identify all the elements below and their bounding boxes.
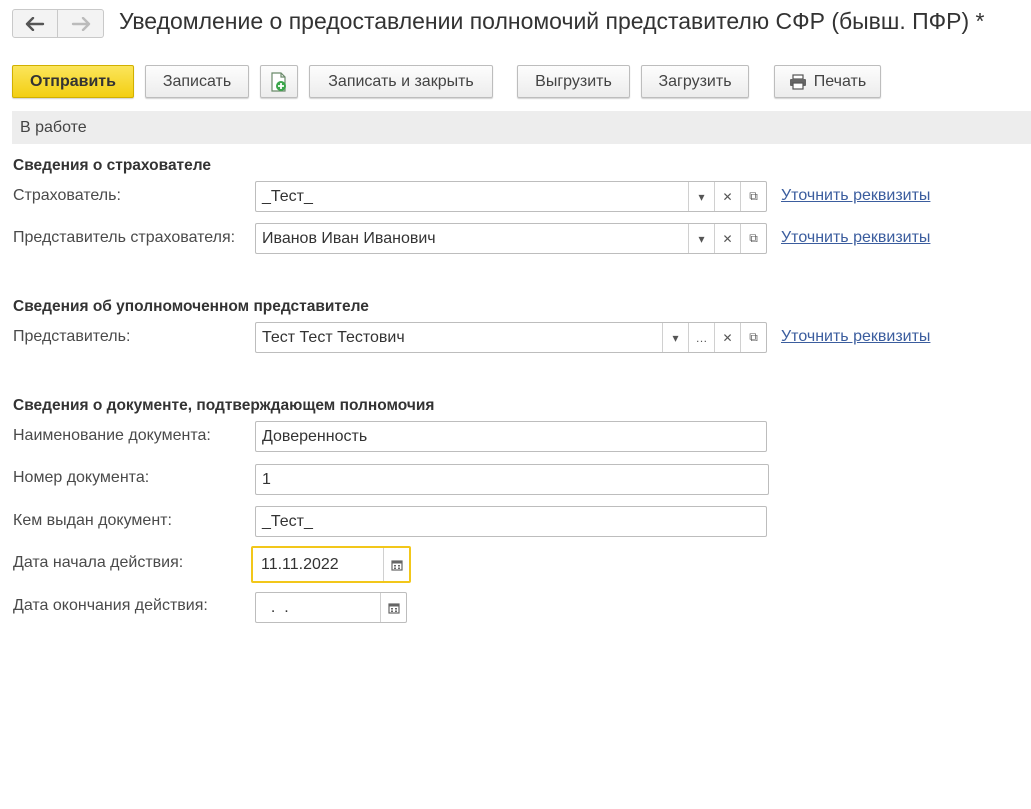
section-title-insurer: Сведения о страхователе: [13, 157, 212, 174]
close-icon[interactable]: ✕: [714, 323, 740, 352]
status-bar: В работе: [12, 111, 1031, 144]
open-window-icon[interactable]: ⧉: [740, 323, 766, 352]
arrow-left-icon: [25, 16, 45, 31]
doc-name-field[interactable]: Доверенность: [255, 421, 767, 452]
clarify-authorized-rep-link[interactable]: Уточнить реквизиты: [781, 328, 930, 346]
print-label: Печать: [813, 72, 867, 90]
printer-icon: [789, 73, 807, 90]
start-date-value[interactable]: 11.11.2022: [253, 548, 383, 581]
open-window-icon[interactable]: ⧉: [740, 182, 766, 211]
close-icon[interactable]: ✕: [714, 182, 740, 211]
section-title-document: Сведения о документе, подтверждающем пол…: [13, 397, 435, 414]
doc-name-label: Наименование документа:: [13, 427, 211, 444]
doc-number-field[interactable]: 1: [255, 464, 769, 495]
doc-issuer-field[interactable]: _Тест_: [255, 506, 767, 537]
new-document-button[interactable]: [260, 65, 298, 98]
authorized-rep-value[interactable]: Тест Тест Тестович: [256, 323, 662, 352]
chevron-down-icon[interactable]: ▾: [688, 182, 714, 211]
insurer-field[interactable]: _Тест_ ▾ ✕ ⧉: [255, 181, 767, 212]
section-title-authorized: Сведения об уполномоченном представителе: [13, 298, 369, 315]
arrow-right-icon: [71, 16, 91, 31]
save-and-close-button[interactable]: Записать и закрыть: [309, 65, 493, 98]
clarify-insurer-rep-link[interactable]: Уточнить реквизиты: [781, 229, 930, 247]
import-button[interactable]: Загрузить: [641, 65, 749, 98]
doc-name-value[interactable]: Доверенность: [256, 422, 766, 451]
doc-number-value[interactable]: 1: [256, 465, 768, 494]
chevron-down-icon[interactable]: ▾: [688, 224, 714, 253]
page-title: Уведомление о предоставлении полномочий …: [119, 8, 985, 34]
add-document-icon: [270, 71, 288, 92]
save-button[interactable]: Записать: [145, 65, 249, 98]
print-button[interactable]: Печать: [774, 65, 881, 98]
end-date-value[interactable]: . .: [256, 593, 380, 622]
calendar-icon[interactable]: [383, 548, 409, 581]
open-window-icon[interactable]: ⧉: [740, 224, 766, 253]
insurer-rep-label: Представитель страхователя:: [13, 229, 236, 246]
export-button[interactable]: Выгрузить: [517, 65, 630, 98]
start-date-field[interactable]: 11.11.2022: [251, 546, 411, 583]
doc-issuer-value[interactable]: _Тест_: [256, 507, 766, 536]
end-date-field[interactable]: . .: [255, 592, 407, 623]
authorized-rep-field[interactable]: Тест Тест Тестович ▾ … ✕ ⧉: [255, 322, 767, 353]
authorized-rep-label: Представитель:: [13, 328, 131, 345]
ellipsis-icon[interactable]: …: [688, 323, 714, 352]
forward-button[interactable]: [58, 9, 104, 38]
doc-number-label: Номер документа:: [13, 469, 150, 486]
insurer-rep-value[interactable]: Иванов Иван Иванович: [256, 224, 688, 253]
chevron-down-icon[interactable]: ▾: [662, 323, 688, 352]
back-button[interactable]: [12, 9, 58, 38]
end-date-label: Дата окончания действия:: [13, 597, 208, 614]
close-icon[interactable]: ✕: [714, 224, 740, 253]
insurer-label: Страхователь:: [13, 187, 121, 204]
send-button[interactable]: Отправить: [12, 65, 134, 98]
insurer-value[interactable]: _Тест_: [256, 182, 688, 211]
doc-issuer-label: Кем выдан документ:: [13, 512, 172, 529]
calendar-icon[interactable]: [380, 593, 406, 622]
clarify-insurer-link[interactable]: Уточнить реквизиты: [781, 187, 930, 205]
insurer-rep-field[interactable]: Иванов Иван Иванович ▾ ✕ ⧉: [255, 223, 767, 254]
start-date-label: Дата начала действия:: [13, 554, 184, 571]
